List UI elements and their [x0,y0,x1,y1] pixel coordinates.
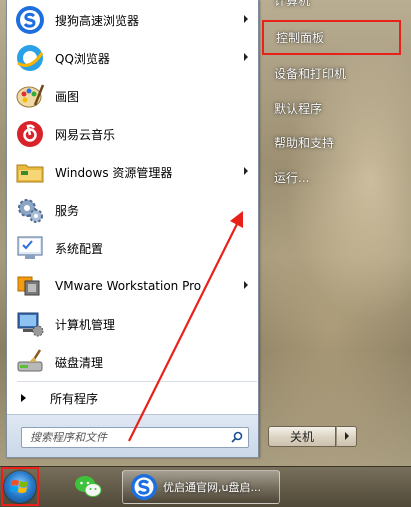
program-label: 画图 [55,89,80,104]
search-box[interactable] [21,427,249,448]
program-item-sogou[interactable]: 搜狗高速浏览器 [9,2,258,38]
taskbar-wechat[interactable] [67,470,109,504]
program-label: QQ浏览器 [55,51,110,66]
taskbar-window-sogou[interactable]: 优启通官网,u盘启... [122,470,280,504]
program-item-netease-music[interactable]: 网易云音乐 [9,116,258,152]
submenu-arrow-icon [244,53,248,61]
right-link-computer[interactable]: 计算机 [262,0,402,15]
right-link-default-programs[interactable]: 默认程序 [262,93,402,123]
program-item-qq-browser[interactable]: QQ浏览器 [9,40,258,76]
submenu-arrow-icon [244,281,248,289]
program-label: Windows 资源管理器 [55,165,173,180]
program-item-services[interactable]: 服务 [9,192,258,228]
wechat-icon [75,476,102,497]
shutdown-options-arrow[interactable] [336,426,357,447]
all-programs-button[interactable]: 所有程序 [9,386,258,410]
program-label: 搜狗高速浏览器 [55,13,140,28]
program-label: 系统配置 [55,241,104,256]
program-item-computer-management[interactable]: 计算机管理 [9,306,258,342]
program-label: VMware Workstation Pro [55,279,202,293]
expand-arrow-icon [21,394,26,402]
program-label: 磁盘清理 [55,355,104,370]
all-programs-label: 所有程序 [50,391,99,406]
program-label: 服务 [55,203,80,218]
program-item-explorer[interactable]: Windows 资源管理器 [9,154,258,190]
start-button-highlight [1,467,39,506]
program-label: 网易云音乐 [55,127,116,142]
services-gear-icon [14,194,46,226]
qq-browser-icon [14,42,46,74]
submenu-arrow-icon [244,15,248,23]
right-link-help-support[interactable]: 帮助和支持 [262,127,402,157]
computer-management-icon [14,308,46,340]
program-item-paint[interactable]: 画图 [9,78,258,114]
program-item-system-config[interactable]: 系统配置 [9,230,258,266]
netease-music-icon [14,118,46,150]
sogou-browser-icon [131,474,157,500]
shutdown-button[interactable]: 关机 [268,426,336,447]
search-icon[interactable] [231,431,243,443]
explorer-folder-icon [14,156,46,188]
search-input[interactable] [22,428,222,447]
program-item-disk-cleanup[interactable]: 磁盘清理 [9,344,258,380]
submenu-arrow-icon [244,167,248,175]
right-link-control-panel[interactable]: 控制面板 [262,20,401,55]
search-area [7,414,258,457]
system-config-icon [14,232,46,264]
divider [17,381,257,382]
sogou-browser-icon [14,4,46,36]
right-link-run[interactable]: 运行... [262,162,402,192]
start-menu-programs-panel: 搜狗高速浏览器 QQ浏览器 画图 网易云音乐 Windows 资源管理器 服务 [6,0,259,458]
program-item-vmware[interactable]: VMware Workstation Pro [9,268,258,304]
paint-icon [14,80,46,112]
vmware-icon [14,270,46,302]
taskbar-window-title: 优启通官网,u盘启... [163,481,261,494]
disk-cleanup-icon [14,346,46,378]
right-link-devices-printers[interactable]: 设备和打印机 [262,58,402,88]
program-label: 计算机管理 [55,317,116,332]
